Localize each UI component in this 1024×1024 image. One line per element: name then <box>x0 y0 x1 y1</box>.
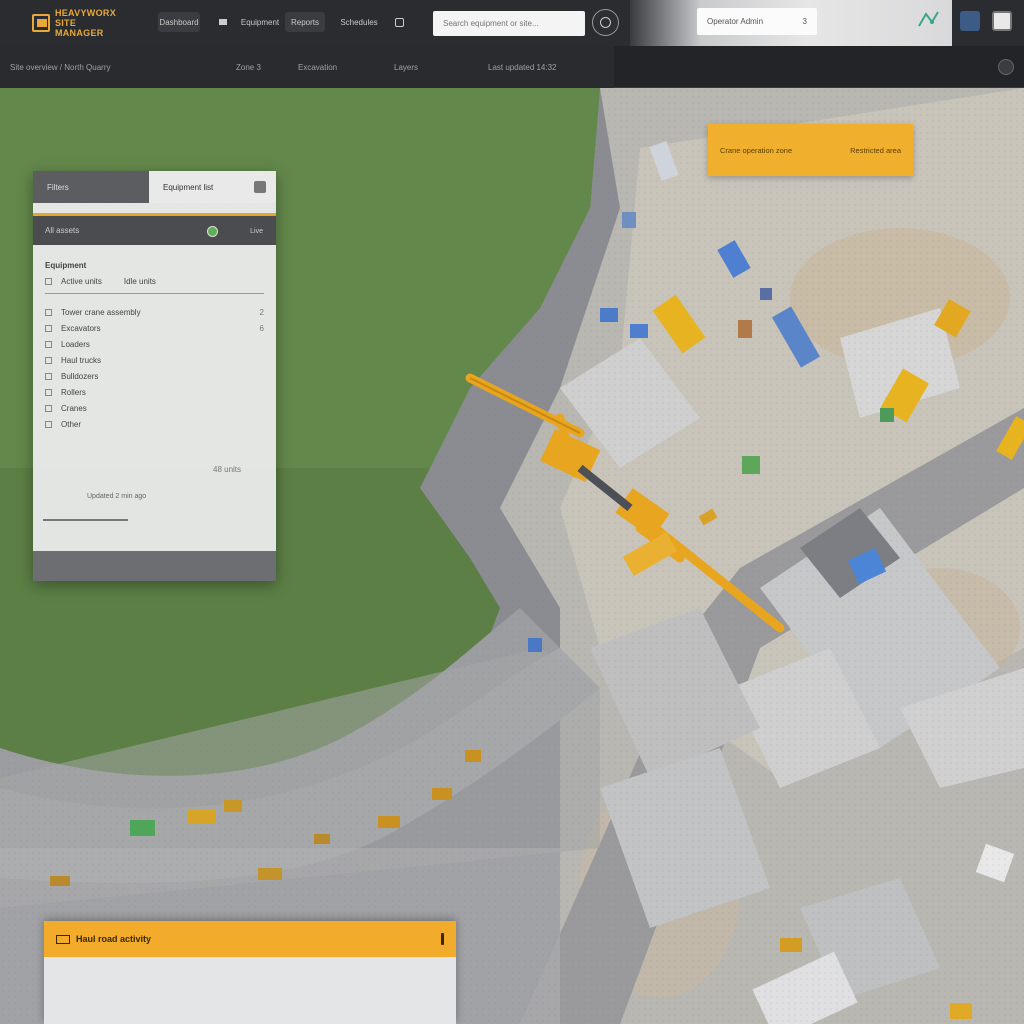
list-item-checkbox[interactable] <box>45 324 52 332</box>
info-icon[interactable] <box>998 59 1014 75</box>
subnav-excavation[interactable]: Excavation <box>298 63 337 72</box>
divider <box>45 293 264 294</box>
active-units-label[interactable]: Active units <box>61 277 102 286</box>
panel-progress-bar <box>43 519 128 521</box>
panel-header: All assets Live <box>33 213 276 245</box>
panel-footer <box>33 551 276 581</box>
list-item-label: Cranes <box>61 403 87 413</box>
panel-footnote: Updated 2 min ago <box>87 493 147 500</box>
panel-subtitle-row: Active units Idle units <box>45 273 264 289</box>
panel-title: Equipment <box>45 260 87 270</box>
haul-road-header[interactable]: Haul road activity <box>44 921 456 957</box>
map-toggle-icon[interactable] <box>916 8 942 34</box>
list-item-checkbox[interactable] <box>45 388 52 396</box>
user-badge: 3 <box>802 17 807 26</box>
sites-icon <box>219 19 227 25</box>
list-item[interactable]: Rollers <box>45 384 264 400</box>
nav-sites-button[interactable] <box>212 12 234 32</box>
subnav-layers[interactable]: Layers <box>394 63 418 72</box>
sub-bar: Site overview / North Quarry Zone 3 Exca… <box>0 46 1024 88</box>
nav-schedules-button[interactable]: Schedules <box>336 12 382 32</box>
list-item[interactable]: Loaders <box>45 336 264 352</box>
map-tools <box>918 0 1024 46</box>
logo-line2: SITE MANAGER <box>54 18 104 38</box>
logo-line1: HEAVYWORX <box>54 8 116 18</box>
breadcrumb[interactable]: Site overview / North Quarry <box>10 63 110 72</box>
select-all-checkbox[interactable] <box>45 277 52 285</box>
list-item-checkbox[interactable] <box>45 308 52 316</box>
equipment-list: Tower crane assembly 2 Excavators 6 Loaders H… <box>45 304 264 432</box>
list-item-label: Tower crane assembly <box>61 307 141 317</box>
list-item-checkbox[interactable] <box>45 372 52 380</box>
panel-body: Equipment Active units Idle units Tower … <box>33 245 276 432</box>
tab-equipment-label: Equipment list <box>163 182 214 192</box>
list-item-label: Excavators <box>61 323 101 333</box>
total-units: 48 units <box>213 465 242 474</box>
list-item[interactable]: Bulldozers <box>45 368 264 384</box>
search-input[interactable] <box>433 11 585 36</box>
panel-tabs: Filters Equipment list <box>33 171 276 203</box>
list-item-label: Haul trucks <box>61 355 102 365</box>
list-item-label: Loaders <box>61 339 90 349</box>
user-label: Operator Admin <box>707 17 764 26</box>
haul-road-panel: Haul road activity <box>44 921 456 1024</box>
live-toggle[interactable]: Live <box>225 225 263 238</box>
list-item-checkbox[interactable] <box>45 420 52 428</box>
list-item[interactable]: Other <box>45 416 264 432</box>
list-item-checkbox[interactable] <box>45 404 52 412</box>
tab-equipment-list[interactable]: Equipment list <box>149 171 276 203</box>
status-live-icon <box>207 226 218 237</box>
callout-right-text: Restricted area <box>850 145 901 155</box>
list-item-label: Bulldozers <box>61 371 99 381</box>
list-item-checkbox[interactable] <box>45 340 52 348</box>
callout-left-text: Crane operation zone <box>720 145 793 155</box>
list-item-count: 2 <box>259 307 264 317</box>
more-options-icon[interactable] <box>441 933 444 945</box>
list-item-label: Other <box>61 419 82 429</box>
user-menu[interactable]: Operator Admin 3 <box>697 8 817 35</box>
close-icon[interactable] <box>254 181 266 193</box>
list-item[interactable]: Tower crane assembly 2 <box>45 304 264 320</box>
truck-icon <box>56 934 70 944</box>
layers-icon[interactable] <box>960 11 980 31</box>
top-bar: HEAVYWORX SITE MANAGER Dashboard Equipme… <box>0 0 1024 46</box>
search-icon[interactable] <box>592 9 619 36</box>
list-item-count: 6 <box>259 323 264 333</box>
list-item[interactable]: Cranes <box>45 400 264 416</box>
list-item[interactable]: Excavators 6 <box>45 320 264 336</box>
idle-units-label[interactable]: Idle units <box>124 277 156 286</box>
notification-icon[interactable] <box>390 12 408 32</box>
nav-dashboard-button[interactable]: Dashboard <box>158 12 200 32</box>
equipment-panel: Filters Equipment list All assets Live E… <box>33 171 276 581</box>
grid-icon[interactable] <box>992 11 1012 31</box>
panel-header-title: All assets <box>45 226 80 235</box>
logo-mark-icon <box>32 14 50 32</box>
app-logo[interactable]: HEAVYWORX SITE MANAGER <box>32 8 116 38</box>
last-updated-text: Last updated 14:32 <box>488 63 557 72</box>
nav-equipment-button[interactable]: Equipment <box>241 12 279 32</box>
list-item[interactable]: Haul trucks <box>45 352 264 368</box>
tab-filters[interactable]: Filters <box>33 171 149 203</box>
haul-road-title: Haul road activity <box>76 934 152 944</box>
list-item-label: Rollers <box>61 387 86 397</box>
nav-reports-button[interactable]: Reports <box>285 12 325 32</box>
list-item-checkbox[interactable] <box>45 356 52 364</box>
subnav-zone[interactable]: Zone 3 <box>236 63 261 72</box>
zone-callout[interactable]: Crane operation zone Restricted area <box>708 124 913 176</box>
